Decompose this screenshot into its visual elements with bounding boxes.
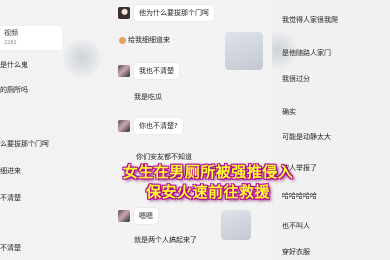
chat-row: 也不叫人 (282, 221, 310, 231)
chat-row: 你们安友都不知道 (136, 152, 192, 162)
chat-message[interactable]: 我是吃瓜 (118, 92, 162, 102)
chat-row: 就是两个人搞起来了 (118, 235, 197, 245)
chat-row: 我是吃瓜 (118, 92, 162, 102)
chat-message[interactable]: 我很过分 (282, 74, 310, 84)
chat-row: 么要拔那个门呵 (0, 139, 49, 149)
chat-message[interactable]: 不清楚 (0, 193, 21, 203)
chat-message[interactable]: 我觉得人家很我爬 (282, 15, 338, 25)
chat-row: 细进来 (0, 166, 21, 176)
chat-message[interactable]: 细进来 (0, 166, 21, 176)
chat-message[interactable]: 给我细细道来 (128, 35, 170, 45)
chat-message[interactable]: 你们安友都不知道 (136, 152, 192, 162)
right-chat-panel: 我觉得人家很我爬 是他随路人家门 我很过分 确实 可能是动静太大 被人举报了 哈… (272, 0, 390, 260)
chat-message[interactable]: 的厕所吗 (0, 85, 28, 95)
image-thumbnail[interactable] (221, 210, 251, 240)
chat-message[interactable]: 嗯嗯 (134, 208, 158, 224)
chat-row: 不清楚 (0, 243, 21, 253)
video-card-label: 视频 (4, 29, 18, 37)
image-thumbnail[interactable] (225, 32, 263, 70)
chat-row: 他为什么要拔那个门呵 (118, 5, 214, 21)
chat-row: 我觉得人家很我爬 (282, 15, 338, 25)
avatar[interactable] (118, 65, 130, 77)
chat-message[interactable]: 他为什么要拔那个门呵 (134, 5, 214, 21)
blurred-avatar-image (62, 38, 102, 78)
video-message-card[interactable]: 视频 2261 (0, 26, 62, 50)
chat-row: 是什么鬼 (0, 60, 28, 70)
chat-row: 的厕所吗 (0, 85, 28, 95)
chat-row: 穿好衣服 (282, 247, 310, 257)
chat-row: 嗯嗯 (118, 208, 158, 224)
chat-row: 你也不清楚? (118, 118, 183, 134)
chat-message[interactable]: 也不叫人 (282, 221, 310, 231)
video-card-sub: 2261 (4, 40, 17, 46)
chat-message[interactable]: 可能是动静太大 (282, 132, 331, 142)
chat-row: 我也不清楚 (118, 63, 179, 79)
chat-message[interactable]: 不清楚 (0, 243, 21, 253)
chat-row: 我很过分 (282, 74, 310, 84)
chat-message[interactable]: 就是两个人搞起来了 (118, 235, 197, 245)
left-chat-panel: 视频 2261 是什么鬼 的厕所吗 么要拔那个门呵 细进来 不清楚 不清楚 (0, 0, 117, 260)
avatar[interactable] (118, 210, 130, 222)
chat-message[interactable]: 是什么鬼 (0, 60, 28, 70)
chat-message[interactable]: 你也不清楚? (134, 118, 183, 134)
chat-message[interactable]: 么要拔那个门呵 (0, 139, 49, 149)
emoji-avatar[interactable] (119, 36, 126, 44)
chat-message[interactable]: 我也不清楚 (134, 63, 179, 79)
chat-row: 可能是动静太大 (282, 132, 331, 142)
chat-row: 给我细细道来 (119, 35, 170, 45)
middle-chat-panel: 他为什么要拔那个门呵 给我细细道来 我也不清楚 我是吃瓜 你也不清楚? 你们安友… (117, 0, 272, 260)
chat-row: 确实 (282, 107, 296, 117)
video-caption-line-1: 女生在男厕所被强推侵入 (122, 163, 294, 181)
chat-message[interactable]: 穿好衣服 (282, 247, 310, 257)
chat-row: 是他随路人家门 (282, 48, 331, 58)
chat-row: 不清楚 (0, 193, 21, 203)
chat-message[interactable]: 是他随路人家门 (282, 48, 331, 58)
avatar[interactable] (118, 120, 130, 132)
chat-message[interactable]: 确实 (282, 107, 296, 117)
avatar[interactable] (118, 7, 130, 19)
video-caption-line-2: 保安火速前往救援 (145, 183, 270, 201)
